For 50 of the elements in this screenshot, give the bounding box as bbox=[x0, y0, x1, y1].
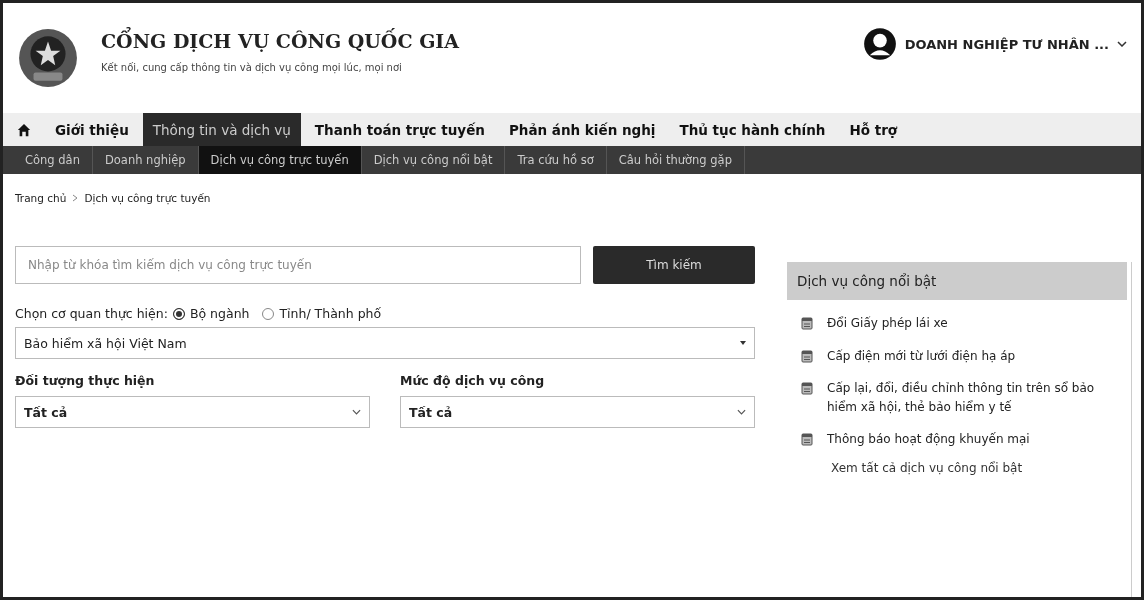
calendar-icon bbox=[801, 381, 813, 396]
portal-tagline: Kết nối, cung cấp thông tin và dịch vụ công mọi lúc, mọi nơi bbox=[101, 61, 403, 73]
dropdown-value: Tất cả bbox=[24, 404, 68, 420]
chevron-down-icon[interactable] bbox=[352, 409, 361, 415]
breadcrumb-link[interactable]: Dịch vụ công trực tuyến bbox=[84, 192, 211, 204]
sub-nav-tab[interactable]: Công dân bbox=[13, 146, 93, 174]
radio-label[interactable]: Tỉnh/ Thành phố bbox=[279, 306, 382, 321]
main-nav-tab[interactable]: Giới thiệu bbox=[45, 113, 139, 146]
radio-button[interactable] bbox=[262, 307, 275, 320]
sub-nav-tab[interactable]: Tra cứu hồ sơ bbox=[505, 146, 607, 174]
view-all-link[interactable]: Xem tất cả dịch vụ công nổi bật bbox=[831, 460, 1127, 475]
home-icon[interactable] bbox=[17, 122, 31, 137]
main-nav-tab[interactable]: Phản ánh kiến nghị bbox=[498, 113, 666, 146]
main-nav-tab[interactable]: Thủ tục hành chính bbox=[669, 113, 836, 146]
featured-service-link[interactable]: Đổi Giấy phép lái xe bbox=[827, 314, 948, 333]
dropdown-value: Bảo hiểm xã hội Việt Nam bbox=[24, 335, 187, 351]
caret-icon[interactable] bbox=[740, 341, 746, 345]
main-nav-tab[interactable]: Thông tin và dịch vụ bbox=[142, 113, 301, 146]
filter-label: Mức độ dịch vụ công bbox=[400, 373, 546, 388]
radio-label[interactable]: Bộ ngành bbox=[189, 306, 250, 321]
emblem-icon bbox=[17, 27, 79, 89]
calendar-icon bbox=[801, 348, 813, 363]
filter-dropdown[interactable]: Tất cả bbox=[15, 396, 370, 428]
search-field[interactable]: Nhập từ khóa tìm kiếm dịch vụ công trực tuyến bbox=[15, 246, 581, 284]
agency-label: Chọn cơ quan thực hiện: bbox=[15, 306, 168, 321]
breadcrumb-link[interactable]: Trang chủ bbox=[15, 192, 67, 204]
chevron-down-icon[interactable] bbox=[1117, 41, 1127, 47]
panel-heading: Dịch vụ công nổi bật bbox=[787, 262, 1127, 300]
user-name[interactable]: DOANH NGHIỆP TƯ NHÂN ... bbox=[904, 36, 1109, 52]
sub-nav-tab[interactable]: Dịch vụ công nổi bật bbox=[361, 146, 506, 174]
chevron-down-icon[interactable] bbox=[737, 409, 746, 415]
featured-service-link[interactable]: Cấp điện mới từ lưới điện hạ áp bbox=[827, 346, 1016, 366]
calendar-icon bbox=[801, 316, 813, 330]
sub-nav-tab[interactable]: Doanh nghiệp bbox=[92, 146, 199, 174]
main-nav-tab[interactable]: Hỗ trợ bbox=[839, 113, 908, 146]
search-button[interactable]: Tìm kiếm bbox=[593, 246, 755, 284]
radio-button[interactable] bbox=[172, 307, 185, 320]
sub-nav-tab[interactable]: Câu hỏi thường gặp bbox=[606, 146, 745, 174]
dropdown-value: Tất cả bbox=[409, 404, 453, 420]
featured-service-link[interactable]: Cấp lại, đổi, điều chỉnh thông tin trên sổ bảo hiểm xã hội, thẻ bảo hiểm y tế bbox=[827, 379, 1113, 417]
featured-service-link[interactable]: Thông báo hoạt động khuyến mại bbox=[827, 430, 1030, 449]
filter-dropdown[interactable]: Tất cả bbox=[400, 396, 755, 428]
main-nav-tab[interactable]: Thanh toán trực tuyến bbox=[304, 113, 495, 146]
user-avatar-icon[interactable] bbox=[862, 27, 897, 61]
agency-dropdown[interactable]: Bảo hiểm xã hội Việt Nam bbox=[15, 327, 755, 359]
filter-label: Đối tượng thực hiện bbox=[15, 373, 156, 388]
sub-nav-tab[interactable]: Dịch vụ công trực tuyến bbox=[198, 146, 362, 174]
breadcrumb-separator-icon bbox=[72, 194, 79, 202]
calendar-icon bbox=[801, 432, 813, 447]
portal-title: CỔNG DỊCH VỤ CÔNG QUỐC GIA bbox=[101, 29, 461, 52]
